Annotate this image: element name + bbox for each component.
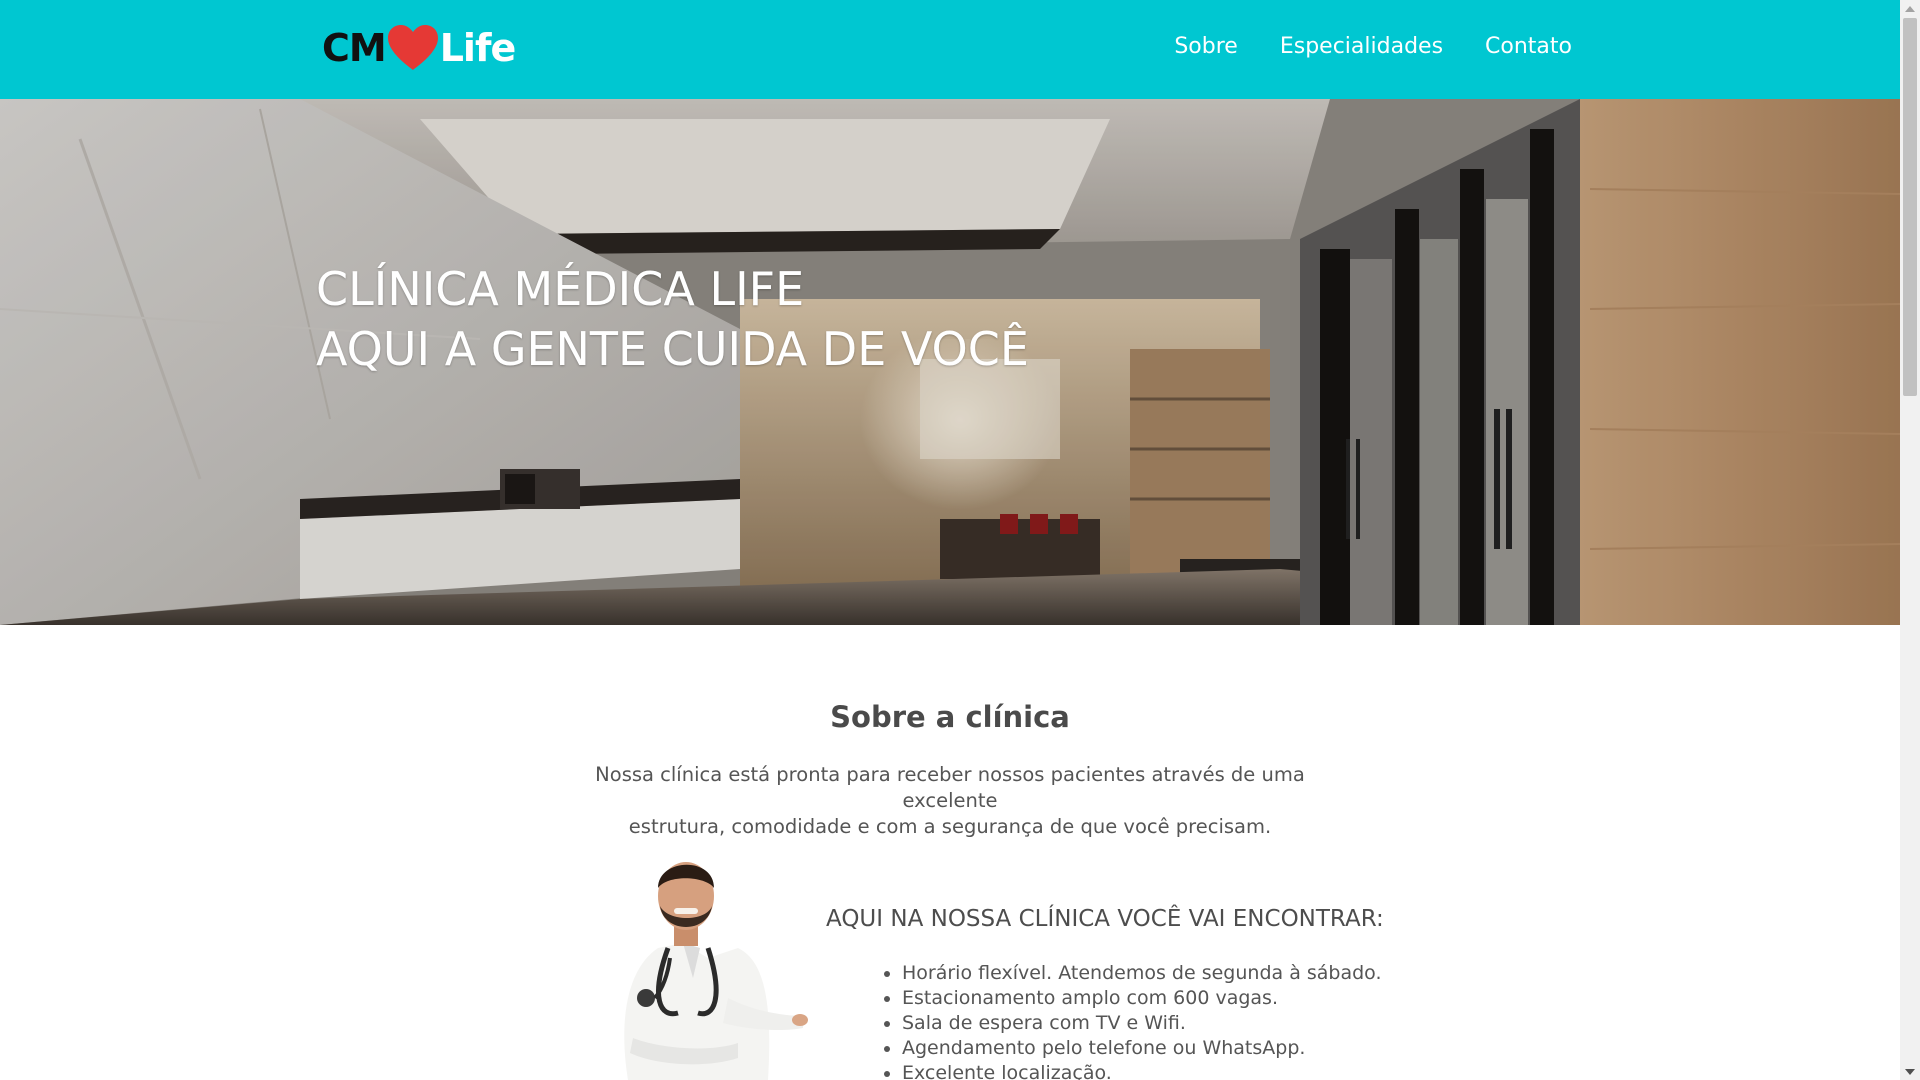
hero-title: CLÍNICA MÉDICA LIFE <box>316 262 805 316</box>
list-item: Sala de espera com TV e Wifi. <box>902 1011 1382 1036</box>
nav-item-sobre[interactable]: Sobre <box>1174 34 1238 59</box>
scrollbar-thumb[interactable] <box>1903 18 1917 396</box>
page: CM Life Sobre Especialidades Contato CLÍ… <box>0 0 1900 1080</box>
about-title: Sobre a clínica <box>830 700 1070 734</box>
scroll-down-arrow-icon[interactable] <box>1900 1063 1920 1080</box>
main-nav: Sobre Especialidades Contato <box>1174 34 1572 59</box>
features-heading: AQUI NA NOSSA CLÍNICA VOCÊ VAI ENCONTRAR… <box>826 906 1384 932</box>
vertical-scrollbar[interactable] <box>1900 0 1920 1080</box>
nav-item-contato[interactable]: Contato <box>1485 34 1572 59</box>
list-item: Agendamento pelo telefone ou WhatsApp. <box>902 1036 1382 1061</box>
doctor-image <box>588 848 808 1080</box>
features-list: Horário flexível. Atendemos de segunda à… <box>882 961 1382 1080</box>
list-item: Horário flexível. Atendemos de segunda à… <box>902 961 1382 986</box>
list-item: Excelente localização. <box>902 1061 1382 1080</box>
logo-text-life: Life <box>439 26 517 70</box>
doctor-illustration <box>624 862 808 1080</box>
about-description-line: estrutura, comodidade e com a segurança … <box>628 815 1272 838</box>
nav-item-especialidades[interactable]: Especialidades <box>1280 34 1443 59</box>
hero-heading: CLÍNICA MÉDICA LIFE AQUI A GENTE CUIDA D… <box>316 259 1029 379</box>
about-description-line: Nossa clínica está pronta para receber n… <box>595 763 1305 812</box>
list-item: Estacionamento amplo com 600 vagas. <box>902 986 1382 1011</box>
logo[interactable]: CM Life <box>322 20 517 76</box>
heart-icon <box>387 25 438 70</box>
hero-subtitle: AQUI A GENTE CUIDA DE VOCÊ <box>316 322 1029 376</box>
hero-banner: CLÍNICA MÉDICA LIFE AQUI A GENTE CUIDA D… <box>0 99 1900 625</box>
logo-text-cm: CM <box>322 26 387 70</box>
about-description: Nossa clínica está pronta para receber n… <box>580 762 1320 840</box>
scroll-up-arrow-icon[interactable] <box>1900 0 1920 17</box>
site-header: CM Life Sobre Especialidades Contato <box>0 0 1900 99</box>
